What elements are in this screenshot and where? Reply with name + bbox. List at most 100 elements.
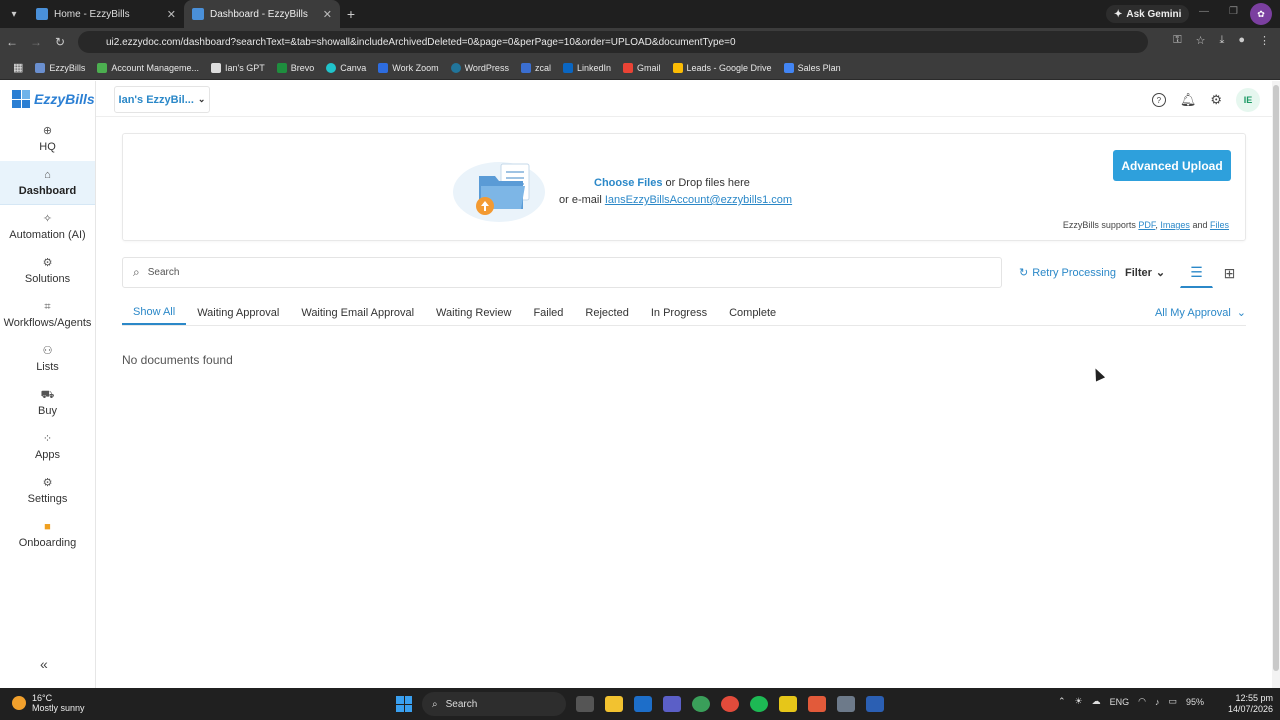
bell-icon[interactable]: 🔔︎	[1180, 92, 1197, 108]
forward-icon[interactable]: →	[24, 35, 48, 49]
bookmark-item[interactable]: Ian's GPT	[206, 62, 270, 73]
address-bar[interactable]: ui2.ezzydoc.com/dashboard?searchText=&ta…	[78, 31, 1148, 53]
back-icon[interactable]: ←	[0, 35, 24, 49]
tab-waiting-review[interactable]: Waiting Review	[425, 301, 522, 325]
images-link[interactable]: Images	[1160, 220, 1190, 230]
ezzybills-logo[interactable]: EzzyBills	[0, 81, 95, 117]
tab-show-all[interactable]: Show All	[122, 301, 187, 325]
sidebar-item-buy[interactable]: ⛟ Buy	[0, 381, 95, 425]
browser-profile-avatar[interactable]: ✿	[1250, 3, 1272, 25]
collapse-sidebar-icon[interactable]: «	[40, 656, 48, 672]
browser-tab-dashboard[interactable]: Dashboard - EzzyBills ✕	[184, 0, 340, 28]
supports-and: and	[1192, 220, 1208, 230]
brightness-icon[interactable]: ☀	[1075, 696, 1083, 707]
browser-tab-bar: ▾ Home - EzzyBills ✕ Dashboard - EzzyBil…	[0, 0, 1280, 28]
bookmark-item[interactable]: Canva	[321, 62, 371, 73]
scrollbar-thumb[interactable]	[1273, 85, 1279, 671]
view-toggle: ☰ ⊞	[1180, 258, 1246, 288]
battery-icon[interactable]: ▭	[1169, 696, 1178, 707]
pdf-link[interactable]: PDF	[1138, 220, 1155, 230]
account-icon[interactable]: ●	[1238, 34, 1245, 47]
tab-search-icon[interactable]: ▾	[0, 0, 28, 28]
files-link[interactable]: Files	[1210, 220, 1229, 230]
tab-failed[interactable]: Failed	[522, 301, 574, 325]
tab-rejected[interactable]: Rejected	[574, 301, 639, 325]
system-clock[interactable]: 12:55 pm 14/07/2026	[1228, 693, 1273, 715]
reload-icon[interactable]: ↻	[48, 35, 72, 49]
taskbar-apps	[576, 696, 884, 712]
sidebar-item-workflows[interactable]: ⌗ Workflows/Agents	[0, 293, 95, 337]
bookmark-item[interactable]: Gmail	[618, 62, 666, 73]
remote-desktop-icon[interactable]	[866, 696, 884, 712]
bookmark-item[interactable]: Account Manageme...	[92, 62, 204, 73]
user-avatar[interactable]: IE	[1236, 88, 1260, 112]
chevron-up-icon[interactable]: ⌃	[1058, 696, 1066, 707]
account-selector[interactable]: Ian's EzzyBil... ⌄	[114, 86, 210, 113]
bookmark-item[interactable]: EzzyBills	[30, 62, 90, 73]
chrome-profile-icon[interactable]	[692, 696, 710, 712]
bookmark-item[interactable]: WordPress	[446, 62, 514, 73]
ask-gemini-button[interactable]: ✦ Ask Gemini	[1106, 5, 1190, 23]
approval-scope-dropdown[interactable]: All My Approval ⌄	[1155, 306, 1246, 320]
file-explorer-icon[interactable]	[605, 696, 623, 712]
tab-waiting-approval[interactable]: Waiting Approval	[186, 301, 290, 325]
sidebar-item-apps[interactable]: ⁘ Apps	[0, 425, 95, 469]
advanced-upload-button[interactable]: Advanced Upload	[1113, 150, 1231, 181]
close-tab-icon[interactable]: ✕	[167, 8, 176, 21]
bookmark-item[interactable]: LinkedIn	[558, 62, 616, 73]
bookmark-item[interactable]: Leads - Google Drive	[668, 62, 777, 73]
sidebar-item-dashboard[interactable]: ⌂ Dashboard	[0, 161, 95, 205]
browser-tab-home[interactable]: Home - EzzyBills ✕	[28, 0, 184, 28]
bookmark-item[interactable]: Sales Plan	[779, 62, 846, 73]
new-tab-icon[interactable]: +	[340, 6, 362, 22]
filter-dropdown[interactable]: Filter ⌄	[1125, 266, 1165, 280]
choose-files-link[interactable]: Choose Files	[594, 177, 662, 189]
list-view-icon[interactable]: ☰	[1180, 258, 1213, 288]
bookmark-item[interactable]: zcal	[516, 62, 556, 73]
outlook-icon[interactable]	[634, 696, 652, 712]
settings-icon[interactable]: ⚙	[1210, 92, 1222, 108]
sidebar-item-automation[interactable]: ✧ Automation (AI)	[0, 205, 95, 249]
close-tab-icon[interactable]: ✕	[323, 8, 332, 21]
search-input[interactable]	[147, 267, 1001, 278]
windows-start-icon[interactable]	[396, 696, 412, 712]
upload-email-link[interactable]: IansEzzyBillsAccount@ezzybills1.com	[605, 194, 792, 206]
upload-dropzone[interactable]: Choose Files or Drop files here or e-mai…	[122, 133, 1246, 241]
sidebar-item-onboarding[interactable]: ■ Onboarding	[0, 513, 95, 557]
taskbar-search[interactable]: ⌕ Search	[422, 692, 566, 716]
sidebar-item-solutions[interactable]: ⚙ Solutions	[0, 249, 95, 293]
maximize-icon[interactable]: ❐	[1229, 6, 1238, 17]
page-scrollbar[interactable]	[1272, 81, 1280, 688]
grid-view-icon[interactable]: ⊞	[1213, 258, 1246, 288]
language-indicator[interactable]: ENG	[1110, 697, 1130, 707]
chrome-icon[interactable]	[721, 696, 739, 712]
tab-in-progress[interactable]: In Progress	[640, 301, 718, 325]
tab-complete[interactable]: Complete	[718, 301, 787, 325]
download-icon[interactable]: ⤓	[1219, 34, 1224, 47]
claude-icon[interactable]	[808, 696, 826, 712]
sticky-notes-icon[interactable]	[779, 696, 797, 712]
drop-files-text: or Drop files here	[665, 177, 750, 189]
spotify-icon[interactable]	[750, 696, 768, 712]
tab-waiting-email-approval[interactable]: Waiting Email Approval	[290, 301, 425, 325]
apps-grid-icon[interactable]: ▦	[8, 61, 28, 74]
bookmark-star-icon[interactable]: ☆	[1196, 34, 1206, 47]
menu-dots-icon[interactable]: ⋮	[1259, 34, 1270, 47]
sidebar-item-lists[interactable]: ⚇ Lists	[0, 337, 95, 381]
retry-processing-button[interactable]: ↻ Retry Processing	[1019, 266, 1116, 280]
help-icon[interactable]: ?	[1151, 93, 1166, 107]
minimize-icon[interactable]: —	[1199, 6, 1209, 17]
bookmark-item[interactable]: Brevo	[272, 62, 320, 73]
password-key-icon[interactable]: ⚿	[1173, 34, 1181, 47]
sidebar-item-hq[interactable]: ⊕ HQ	[0, 117, 95, 161]
settings-app-icon[interactable]	[837, 696, 855, 712]
weather-widget[interactable]: 16°C Mostly sunny	[12, 693, 85, 713]
wifi-icon[interactable]: ◠	[1138, 696, 1146, 707]
clock-time: 12:55 pm	[1235, 693, 1274, 703]
teams-icon[interactable]	[663, 696, 681, 712]
sidebar-item-settings[interactable]: ⚙ Settings	[0, 469, 95, 513]
volume-icon[interactable]: ♪	[1155, 697, 1160, 707]
bookmark-item[interactable]: Work Zoom	[373, 62, 443, 73]
task-view-icon[interactable]	[576, 696, 594, 712]
onedrive-icon[interactable]: ☁	[1092, 696, 1101, 707]
